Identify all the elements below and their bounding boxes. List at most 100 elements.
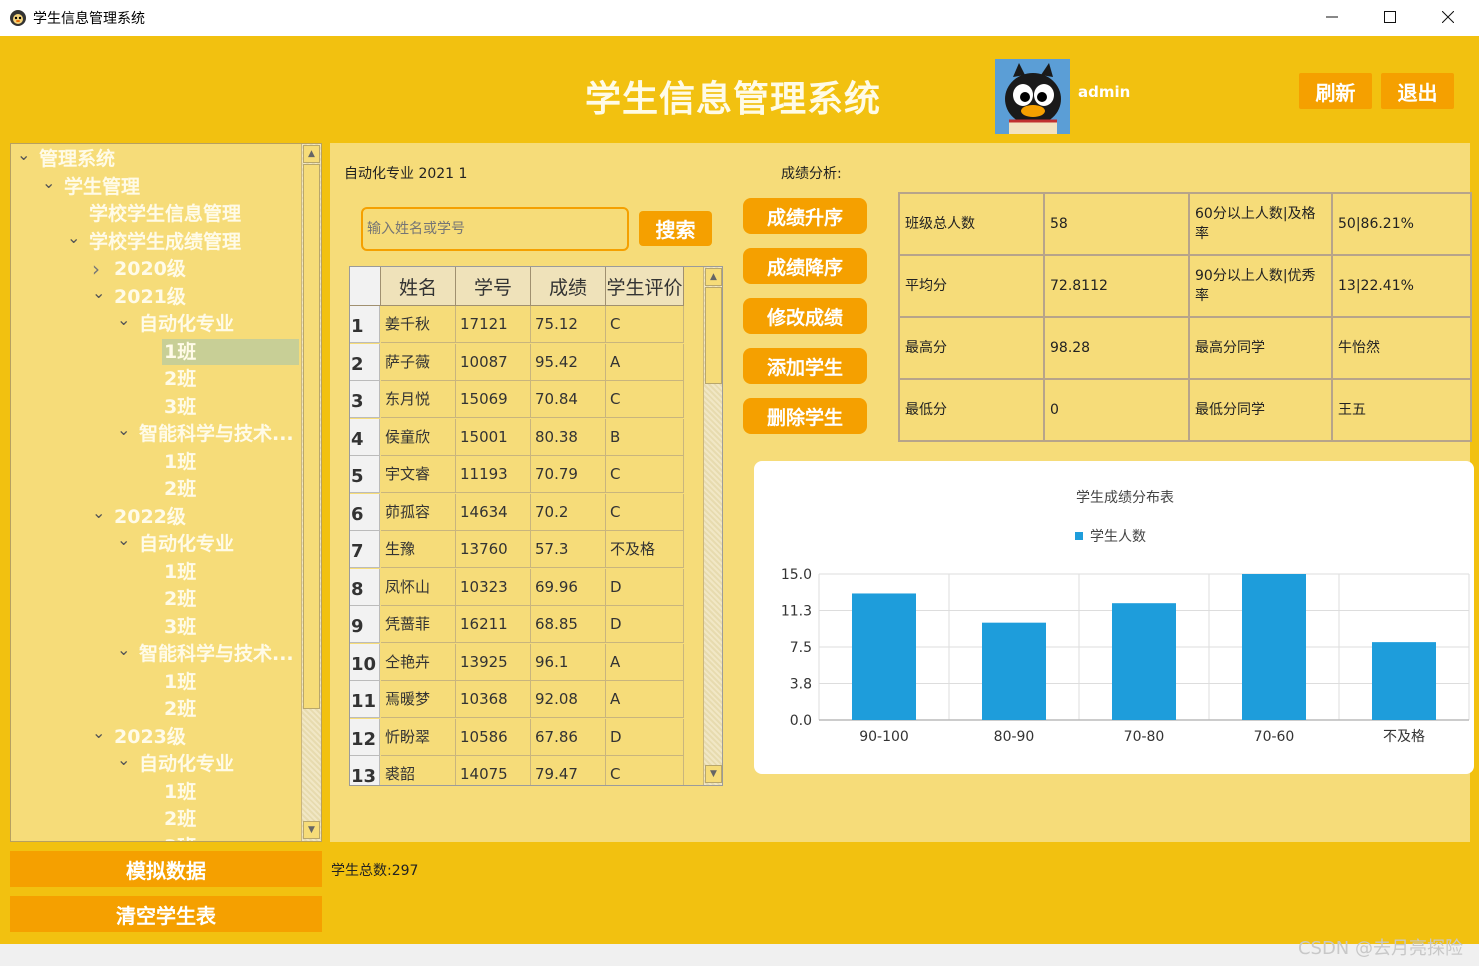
tree-node[interactable]: 自动化专业 <box>139 751 234 777</box>
table-cell[interactable]: 10586 <box>456 718 531 756</box>
mock-data-button[interactable]: 模拟数据 <box>10 851 322 887</box>
refresh-button[interactable]: 刷新 <box>1299 73 1372 109</box>
tree-node[interactable]: 2022级 <box>114 504 186 530</box>
row-number[interactable]: 8 <box>350 568 380 606</box>
chevron-down-icon[interactable]: ⌄ <box>117 311 131 337</box>
tree-node[interactable]: 自动化专业 <box>139 311 234 337</box>
logout-button[interactable]: 退出 <box>1381 73 1454 109</box>
tree-node[interactable]: 1班 <box>164 779 196 805</box>
row-number[interactable]: 7 <box>350 531 380 568</box>
table-cell[interactable]: 凤怀山 <box>381 568 456 606</box>
tree-node[interactable]: 2班 <box>164 366 196 392</box>
table-cell[interactable]: 95.42 <box>531 343 606 381</box>
tree-node[interactable]: 3班 <box>164 834 196 842</box>
table-cell[interactable]: 70.2 <box>531 493 606 531</box>
row-number[interactable]: 5 <box>350 456 380 493</box>
table-cell[interactable]: 80.38 <box>531 418 606 456</box>
chevron-down-icon[interactable]: ⌄ <box>67 228 81 255</box>
sort-ascending-button[interactable]: 成绩升序 <box>743 198 867 234</box>
table-cell[interactable]: 69.96 <box>531 568 606 606</box>
table-cell[interactable]: 14634 <box>456 493 531 531</box>
column-header-score[interactable]: 成绩 <box>531 267 606 306</box>
table-cell[interactable]: 15001 <box>456 418 531 456</box>
table-row[interactable]: 1 姜千秋 17121 75.12 C <box>350 306 702 343</box>
scroll-down-arrow-icon[interactable]: ▼ <box>303 821 320 839</box>
scroll-up-arrow-icon[interactable]: ▲ <box>705 268 722 286</box>
table-cell[interactable]: 侯童欣 <box>381 418 456 456</box>
table-cell[interactable]: A <box>606 343 684 381</box>
tree-node[interactable]: 2班 <box>164 476 196 502</box>
clear-student-table-button[interactable]: 清空学生表 <box>10 896 322 932</box>
tree-scroll-thumb[interactable] <box>303 164 320 709</box>
table-cell[interactable]: 70.79 <box>531 456 606 493</box>
tree-node[interactable]: 2020级 <box>114 256 186 282</box>
table-cell[interactable]: 生豫 <box>381 531 456 568</box>
column-header-name[interactable]: 姓名 <box>381 267 456 306</box>
table-cell[interactable]: 16211 <box>456 606 531 643</box>
edit-score-button[interactable]: 修改成绩 <box>743 298 867 334</box>
close-button[interactable] <box>1419 0 1477 34</box>
tree-node[interactable]: 2023级 <box>114 724 186 750</box>
chevron-down-icon[interactable]: ⌄ <box>92 503 106 530</box>
chevron-down-icon[interactable]: ⌄ <box>117 531 131 557</box>
table-cell[interactable]: 仝艳卉 <box>381 643 456 681</box>
tree-node[interactable]: 1班 <box>164 669 196 695</box>
table-cell[interactable]: 10323 <box>456 568 531 606</box>
tree-node[interactable]: 1班 <box>162 338 299 365</box>
table-cell[interactable]: 10368 <box>456 681 531 718</box>
chevron-down-icon[interactable]: ⌄ <box>17 146 31 172</box>
table-cell[interactable]: 68.85 <box>531 606 606 643</box>
table-cell[interactable]: 忻盼翠 <box>381 718 456 756</box>
table-row[interactable]: 4 侯童欣 15001 80.38 B <box>350 418 702 456</box>
table-row[interactable]: 8 凤怀山 10323 69.96 D <box>350 568 702 606</box>
minimize-button[interactable] <box>1303 0 1361 34</box>
tree-node[interactable]: 2班 <box>164 806 196 832</box>
tree-node[interactable]: 2021级 <box>114 284 186 310</box>
table-row[interactable]: 13 裘韶 14075 79.47 C <box>350 756 702 785</box>
table-cell[interactable]: 96.1 <box>531 643 606 681</box>
table-row[interactable]: 9 凭蔷菲 16211 68.85 D <box>350 606 702 643</box>
table-row[interactable]: 10 仝艳卉 13925 96.1 A <box>350 643 702 681</box>
row-number[interactable]: 12 <box>350 718 380 756</box>
table-row[interactable]: 7 生豫 13760 57.3 不及格 <box>350 531 702 568</box>
table-cell[interactable]: 15069 <box>456 381 531 418</box>
table-cell[interactable]: C <box>606 756 684 785</box>
table-cell[interactable]: C <box>606 381 684 418</box>
row-number[interactable]: 2 <box>350 343 380 381</box>
table-scroll-thumb[interactable] <box>705 287 722 384</box>
row-number[interactable]: 10 <box>350 643 380 681</box>
row-number[interactable]: 11 <box>350 681 380 718</box>
table-cell[interactable]: 92.08 <box>531 681 606 718</box>
tree-node[interactable]: 学校学生成绩管理 <box>89 229 241 255</box>
tree-node[interactable]: 2班 <box>164 696 196 722</box>
search-input[interactable] <box>361 207 629 251</box>
delete-student-button[interactable]: 删除学生 <box>743 398 867 434</box>
tree-node[interactable]: 3班 <box>164 614 196 640</box>
tree-node[interactable]: 智能科学与技术... <box>139 421 294 447</box>
table-cell[interactable]: 17121 <box>456 306 531 343</box>
table-cell[interactable]: 13760 <box>456 531 531 568</box>
table-row[interactable]: 6 茆孤容 14634 70.2 C <box>350 493 702 531</box>
table-cell[interactable]: 裘韶 <box>381 756 456 785</box>
row-number[interactable]: 9 <box>350 606 380 643</box>
row-number[interactable]: 13 <box>350 756 380 785</box>
scroll-up-arrow-icon[interactable]: ▲ <box>303 145 320 163</box>
table-cell[interactable]: 11193 <box>456 456 531 493</box>
navigation-tree[interactable]: ⌄ 管理系统 ⌄ 学生管理 学校学生信息管理 ⌄ 学校学生成绩管理 › 2020级 ⌄ 2021级 ⌄… <box>10 143 322 842</box>
search-button[interactable]: 搜索 <box>639 211 712 246</box>
student-table[interactable]: 姓名 学号 成绩 学生评价 1 姜千秋 17121 75.12 C 2 萨子薇 10087 95… <box>349 266 723 786</box>
table-scrollbar[interactable]: ▲ ▼ <box>703 267 722 785</box>
table-row[interactable]: 12 忻盼翠 10586 67.86 D <box>350 718 702 756</box>
chevron-down-icon[interactable]: ⌄ <box>117 421 131 447</box>
table-cell[interactable]: D <box>606 606 684 643</box>
table-cell[interactable]: 姜千秋 <box>381 306 456 343</box>
sort-descending-button[interactable]: 成绩降序 <box>743 248 867 284</box>
tree-node[interactable]: 自动化专业 <box>139 531 234 557</box>
table-row[interactable]: 5 宇文睿 11193 70.79 C <box>350 456 702 493</box>
table-cell[interactable]: A <box>606 681 684 718</box>
column-header-evaluation[interactable]: 学生评价 <box>606 267 684 306</box>
table-cell[interactable]: 10087 <box>456 343 531 381</box>
scroll-down-arrow-icon[interactable]: ▼ <box>705 765 722 783</box>
table-cell[interactable]: 14075 <box>456 756 531 785</box>
tree-node[interactable]: 1班 <box>164 449 196 475</box>
